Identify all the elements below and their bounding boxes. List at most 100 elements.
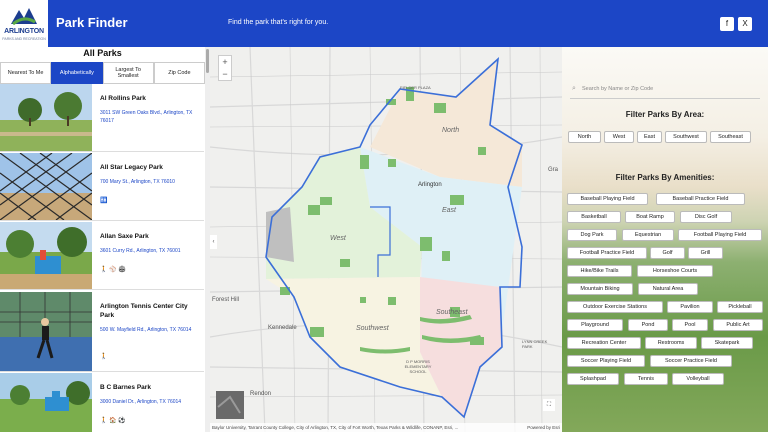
park-photo (0, 292, 92, 371)
logo-subtext: PARKS AND RECREATION (2, 37, 46, 41)
amenity-filter-golf[interactable]: Golf (650, 247, 685, 259)
park-address[interactable]: 3011 SW Green Oaks Blvd., Arlington, TX … (100, 109, 200, 125)
x-icon[interactable]: X (738, 17, 752, 31)
amenity-filter-basketball[interactable]: Basketball (567, 211, 621, 223)
attribution-text: Baylor University, Tarrant County Colleg… (212, 425, 459, 430)
area-label-east: East (442, 207, 457, 214)
sort-zip[interactable]: Zip Code (153, 62, 205, 84)
area-filter-west[interactable]: West (604, 131, 634, 143)
amenity-filter-pool[interactable]: Pool (672, 319, 708, 331)
amenity-icons: 🚶 ⚾ 🏟 (100, 267, 126, 273)
park-address[interactable]: 3601 Curry Rd., Arlington, TX 76001 (100, 247, 200, 255)
filter-panel: ⌕ Search by Name or Zip Code Filter Park… (562, 47, 768, 432)
sort-alphabetical[interactable]: Alphabetically (51, 62, 103, 84)
amenity-filter-splashpad[interactable]: Splashpad (567, 373, 619, 385)
facebook-icon[interactable]: f (720, 17, 734, 31)
park-address[interactable]: 500 W. Mayfield Rd., Arlington, TX 76014 (100, 326, 200, 334)
park-card[interactable]: Arlington Tennis Center City Park 500 W.… (0, 292, 204, 372)
amenity-filter-mountain-biking[interactable]: Mountain Biking (567, 283, 633, 295)
map-canvas[interactable] (210, 47, 562, 432)
amenity-filter-pickleball[interactable]: Pickleball (717, 301, 763, 313)
park-photo (0, 222, 92, 289)
amenity-filter-volleyball[interactable]: Volleyball (672, 373, 724, 385)
city-label-arlington: Arlington (418, 182, 442, 188)
park-card[interactable]: All Star Legacy Park 700 Mary St., Arlin… (0, 153, 204, 221)
hiking-icon: 🚶 (100, 354, 108, 360)
park-card[interactable]: Al Rollins Park 3011 SW Green Oaks Blvd.… (0, 84, 204, 152)
park-name: Al Rollins Park (100, 95, 146, 102)
amenity-filter-recreation-center[interactable]: Recreation Center (567, 337, 641, 349)
park-name: Allan Saxe Park (100, 233, 149, 240)
tagline: Find the park that's right for you. (228, 19, 329, 26)
park-card[interactable]: B C Barnes Park 3000 Daniel Dr., Arlingt… (0, 373, 204, 432)
area-filter-north[interactable]: North (568, 131, 601, 143)
park-card[interactable]: Allan Saxe Park 3601 Curry Rd., Arlingto… (0, 222, 204, 290)
park-map[interactable]: + − ‹ ⛶ North East West Southwest Southe… (210, 47, 562, 432)
city-label-kennedale: Kennedale (268, 325, 297, 331)
amenity-filter-football-playing-field[interactable]: Football Playing Field (678, 229, 762, 241)
area-filter-east[interactable]: East (637, 131, 662, 143)
sort-largest[interactable]: Largest To Smallest (102, 62, 154, 84)
amenity-filter-baseball-practice-field[interactable]: Baseball Practice Field (656, 193, 745, 205)
amenity-filter-restrooms[interactable]: Restrooms (645, 337, 697, 349)
zoom-controls: + − (218, 55, 232, 81)
collapse-panel-button[interactable]: ‹ (210, 235, 217, 249)
amenity-filter-grill[interactable]: Grill (688, 247, 723, 259)
amenity-filter-skatepark[interactable]: Skatepark (701, 337, 753, 349)
amenity-filter-playground[interactable]: Playground (567, 319, 623, 331)
amenity-filter-boat-ramp[interactable]: Boat Ramp (625, 211, 675, 223)
park-name: Arlington Tennis Center City Park (100, 303, 188, 319)
amenity-filter-hike-bike-trails[interactable]: Hike/Bike Trails (567, 265, 632, 277)
map-attribution: Baylor University, Tarrant County Colleg… (210, 423, 562, 432)
park-photo (0, 373, 92, 432)
amenity-filter-football-practice-field[interactable]: Football Practice Field (567, 247, 647, 259)
amenity-filter-pavilion[interactable]: Pavilion (667, 301, 713, 313)
amenity-filter-pond[interactable]: Pond (628, 319, 668, 331)
amenity-filter-baseball-playing-field[interactable]: Baseball Playing Field (567, 193, 648, 205)
amenity-filter-disc-golf[interactable]: Disc Golf (680, 211, 732, 223)
school-label: D P MORRIS ELEMENTARY SCHOOL (404, 359, 432, 374)
logo-mark-icon (11, 8, 37, 26)
park-address[interactable]: 3000 Daniel Dr., Arlington, TX 76014 (100, 398, 200, 406)
city-label-grand-prairie: Gra (548, 167, 559, 173)
park-photo (0, 84, 92, 151)
list-scrollbar-thumb[interactable] (206, 49, 209, 73)
park-name: B C Barnes Park (100, 384, 151, 391)
logo-text: ARLINGTON (4, 28, 44, 35)
area-filter-southwest[interactable]: Southwest (665, 131, 707, 143)
area-label-southeast: Southeast (436, 309, 468, 316)
park-label-lynn-creek: LYNN CREEK PARK (522, 339, 548, 349)
amenity-filter-horseshoe-courts[interactable]: Horseshoe Courts (637, 265, 713, 277)
amenity-filter-soccer-playing-field[interactable]: Soccer Playing Field (567, 355, 645, 367)
amenities-filter-title: Filter Parks By Amenities: (615, 173, 715, 182)
area-filter-title: Filter Parks By Area: (625, 110, 705, 119)
place-label-fielder: FIELDER PLAZA (400, 85, 431, 90)
area-label-southwest: Southwest (356, 325, 389, 332)
zoom-out-button[interactable]: − (219, 68, 231, 80)
app-header: ARLINGTON PARKS AND RECREATION Park Find… (0, 0, 768, 47)
amenity-filter-soccer-practice-field[interactable]: Soccer Practice Field (650, 355, 732, 367)
area-filter-southeast[interactable]: Southeast (710, 131, 751, 143)
park-address[interactable]: 700 Mary St., Arlington, TX 76010 (100, 178, 200, 186)
park-photo (0, 153, 92, 220)
zoom-in-button[interactable]: + (219, 56, 231, 68)
sort-options: Nearest To Me Alphabetically Largest To … (0, 62, 205, 84)
amenity-filter-public-art[interactable]: Public Art (713, 319, 763, 331)
restroom-icon: 🚻 (100, 198, 108, 204)
powered-by-esri[interactable]: Powered by Esri (527, 423, 560, 432)
amenity-filter-tennis[interactable]: Tennis (624, 373, 668, 385)
park-list-panel: All Parks Nearest To Me Alphabetically L… (0, 47, 210, 432)
amenity-filter-equestrian[interactable]: Equestrian (622, 229, 674, 241)
sort-nearest[interactable]: Nearest To Me (0, 62, 52, 84)
area-label-west: West (330, 235, 346, 242)
arlington-logo[interactable]: ARLINGTON PARKS AND RECREATION (0, 0, 48, 47)
city-label-rendon: Rendon (250, 391, 272, 397)
amenity-filter-natural-area[interactable]: Natural Area (638, 283, 698, 295)
list-heading: All Parks (83, 48, 122, 58)
city-label-forest-hill: Forest Hill (212, 297, 240, 303)
amenity-filter-dog-park[interactable]: Dog Park (567, 229, 617, 241)
search-input[interactable]: Search by Name or Zip Code (570, 79, 760, 99)
amenity-filter-outdoor-exercise-stations[interactable]: Outdoor Exercise Stations (567, 301, 663, 313)
page-title: Park Finder (56, 15, 128, 30)
fullscreen-button[interactable]: ⛶ (543, 399, 555, 411)
